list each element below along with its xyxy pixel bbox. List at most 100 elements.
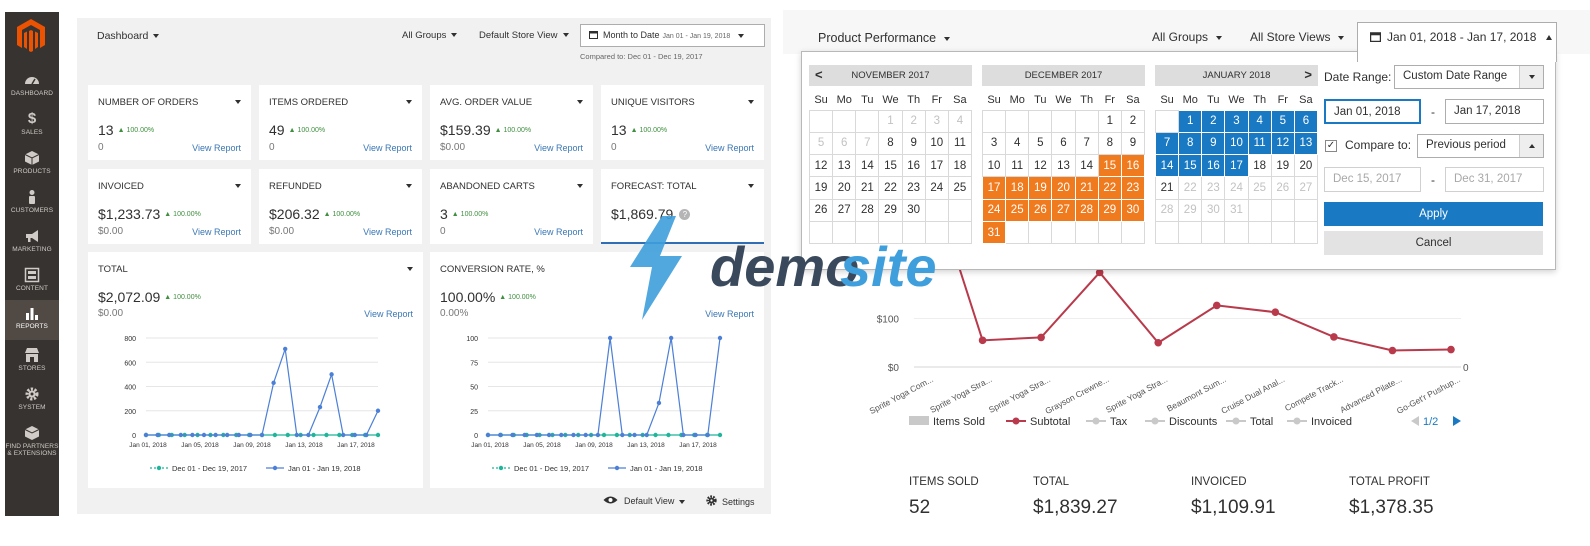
compare-checkbox[interactable]: ✓	[1325, 140, 1337, 152]
calendar-day[interactable]: 13	[832, 154, 857, 178]
calendar-day[interactable]: 3	[924, 109, 949, 133]
report-switcher[interactable]: Product Performance	[818, 31, 951, 45]
calendar-day[interactable]: 7	[855, 131, 880, 156]
calendar-day[interactable]: 16	[1120, 154, 1146, 178]
calendar-day[interactable]: 20	[1051, 176, 1076, 200]
calendar-day[interactable]: 17	[924, 154, 949, 178]
to-date-input[interactable]: Jan 17, 2018	[1445, 99, 1544, 124]
apply-button[interactable]: Apply	[1324, 202, 1543, 226]
calendar-day[interactable]: 5	[808, 131, 834, 156]
calendar-day[interactable]: 4	[1005, 131, 1030, 156]
calendar-day[interactable]: 24	[981, 198, 1007, 222]
calendar-day[interactable]: 31	[981, 220, 1007, 245]
card-menu-icon[interactable]	[748, 184, 754, 188]
calendar-day[interactable]: 11	[1005, 154, 1030, 178]
calendar-day[interactable]: 28	[1074, 198, 1099, 222]
calendar-day[interactable]: 2	[1201, 109, 1226, 133]
calendar-day[interactable]: 6	[1293, 109, 1319, 133]
calendar-day[interactable]: 9	[901, 131, 926, 156]
groups-switcher[interactable]: All Groups	[1152, 30, 1223, 44]
date-range-button[interactable]: Jan 01, 2018 - Jan 17, 2018	[1357, 22, 1557, 62]
calendar-day[interactable]: 24	[924, 176, 949, 200]
default-view-switcher[interactable]: Default View	[603, 495, 686, 506]
groups-switcher[interactable]: All Groups	[402, 30, 458, 41]
calendar-day[interactable]: 10	[924, 131, 949, 156]
card-menu-icon[interactable]	[577, 184, 583, 188]
compare-from-input[interactable]: Dec 15, 2017	[1324, 167, 1421, 192]
card-menu-icon[interactable]	[748, 100, 754, 104]
view-report-link[interactable]: View Report	[192, 143, 241, 153]
calendar-day[interactable]: 22	[1097, 176, 1122, 200]
calendar-day[interactable]: 31	[1224, 198, 1249, 222]
calendar-day[interactable]: 27	[1293, 176, 1319, 200]
date-range-select[interactable]: Custom Date Range	[1394, 65, 1544, 89]
calendar-day[interactable]: 21	[855, 176, 880, 200]
prev-month-button[interactable]: <	[815, 65, 823, 85]
card-menu-icon[interactable]	[577, 100, 583, 104]
sidebar-item-reports[interactable]: REPORTS	[5, 300, 59, 340]
calendar-day[interactable]: 8	[1178, 131, 1203, 156]
calendar-day[interactable]: 12	[808, 154, 834, 178]
store-views-switcher[interactable]: All Store Views	[1250, 30, 1345, 44]
calendar-day[interactable]: 12	[1028, 154, 1053, 178]
calendar-day[interactable]: 23	[1120, 176, 1146, 200]
calendar-day[interactable]: 6	[832, 131, 857, 156]
dashboard-switcher[interactable]: Dashboard	[97, 30, 160, 42]
sidebar-item-stores[interactable]: STORES	[5, 343, 59, 381]
calendar-day[interactable]: 16	[1201, 154, 1226, 178]
compare-select[interactable]: Previous period	[1417, 134, 1544, 158]
calendar-day[interactable]: 9	[1201, 131, 1226, 156]
calendar-day[interactable]: 5	[1270, 109, 1295, 133]
calendar-day[interactable]: 9	[1120, 131, 1146, 156]
view-report-link[interactable]: View Report	[534, 143, 583, 153]
calendar-day[interactable]: 20	[832, 176, 857, 200]
calendar-day[interactable]: 8	[878, 131, 903, 156]
calendar-day[interactable]: 26	[1028, 198, 1053, 222]
calendar-day[interactable]: 20	[1293, 154, 1319, 178]
next-month-button[interactable]: >	[1304, 65, 1312, 85]
card-menu-icon[interactable]	[235, 100, 241, 104]
sidebar-item-customers[interactable]: CUSTOMERS	[5, 185, 59, 223]
cancel-button[interactable]: Cancel	[1324, 231, 1543, 255]
calendar-day[interactable]: 1	[1178, 109, 1203, 133]
calendar-day[interactable]: 12	[1270, 131, 1295, 156]
card-menu-icon[interactable]	[407, 267, 413, 271]
calendar-day[interactable]: 3	[981, 131, 1007, 156]
calendar-day[interactable]: 13	[1051, 154, 1076, 178]
store-view-switcher[interactable]: Default Store View	[479, 30, 569, 41]
settings-button[interactable]: Settings	[706, 495, 755, 507]
sidebar-item-partners[interactable]: FIND PARTNERS & EXTENSIONS	[5, 421, 59, 469]
calendar-day[interactable]: 14	[1154, 154, 1180, 178]
compare-to-input[interactable]: Dec 31, 2017	[1445, 167, 1544, 192]
sidebar-item-marketing[interactable]: MARKETING	[5, 224, 59, 262]
calendar-day[interactable]: 6	[1051, 131, 1076, 156]
card-menu-icon[interactable]	[406, 184, 412, 188]
calendar-day[interactable]: 15	[1178, 154, 1203, 178]
calendar-day[interactable]: 4	[947, 109, 973, 133]
calendar-day[interactable]: 30	[1120, 198, 1146, 222]
calendar-day[interactable]: 28	[1154, 198, 1180, 222]
calendar-day[interactable]: 17	[981, 176, 1007, 200]
card-menu-icon[interactable]	[406, 100, 412, 104]
calendar-day[interactable]: 18	[1005, 176, 1030, 200]
date-range-button[interactable]: Month to Date Jan 01 - Jan 19, 2018	[580, 24, 765, 47]
view-report-link[interactable]: View Report	[192, 227, 241, 237]
calendar-day[interactable]: 3	[1224, 109, 1249, 133]
calendar-day[interactable]: 1	[878, 109, 903, 133]
card-menu-icon[interactable]	[235, 184, 241, 188]
calendar-day[interactable]: 25	[947, 176, 973, 200]
from-date-input[interactable]: Jan 01, 2018	[1324, 99, 1421, 124]
calendar-day[interactable]: 22	[878, 176, 903, 200]
calendar-day[interactable]: 25	[1247, 176, 1272, 200]
calendar-day[interactable]: 15	[878, 154, 903, 178]
view-report-link[interactable]: View Report	[705, 143, 754, 153]
view-report-link[interactable]: View Report	[364, 309, 413, 319]
calendar-day[interactable]: 10	[981, 154, 1007, 178]
sidebar-item-system[interactable]: SYSTEM	[5, 382, 59, 420]
calendar-day[interactable]: 14	[855, 154, 880, 178]
calendar-day[interactable]: 21	[1154, 176, 1180, 200]
calendar-day[interactable]: 13	[1293, 131, 1319, 156]
calendar-day[interactable]: 29	[1178, 198, 1203, 222]
calendar-day[interactable]: 18	[947, 154, 973, 178]
sidebar-item-products[interactable]: PRODUCTS	[5, 146, 59, 184]
